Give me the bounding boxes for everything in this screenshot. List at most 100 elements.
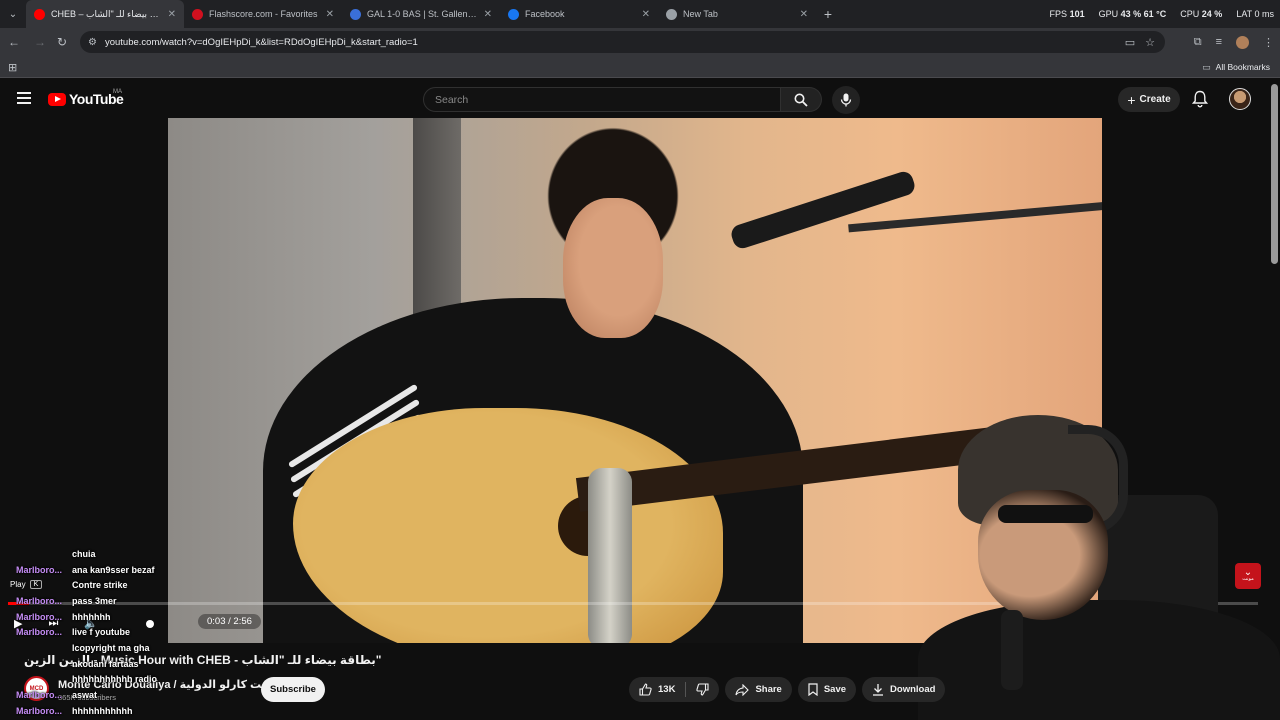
streamer-webcam — [918, 395, 1280, 720]
chrome-favicon-icon — [666, 8, 677, 20]
subscribe-button[interactable]: Subscribe — [261, 677, 325, 702]
chat-message: Marlboro... pass 3mer — [16, 593, 206, 609]
chat-message: Contre strike — [16, 577, 206, 593]
streamer-microphone — [1001, 610, 1023, 690]
close-icon[interactable]: ✕ — [326, 9, 334, 20]
chat-text: lcopyright ma gha — [72, 642, 150, 653]
menu-icon[interactable] — [17, 92, 31, 104]
tab-match[interactable]: GAL 1-0 BAS | St. Gallen v Basel ✕ — [342, 0, 500, 28]
notifications-bell-icon[interactable] — [1192, 90, 1208, 108]
apps-grid-icon[interactable]: ⊞ — [8, 61, 17, 74]
chat-message: nkodani fartaas — [16, 656, 206, 672]
voice-search-button[interactable] — [832, 86, 860, 114]
download-icon — [873, 684, 884, 696]
close-icon[interactable]: ✕ — [484, 9, 492, 20]
fps-stat: FPS 101 — [1049, 9, 1085, 19]
download-button[interactable]: Download — [862, 677, 946, 702]
url-text[interactable]: youtube.com/watch?v=dOgIEHpDi_k&list=RDd… — [105, 37, 418, 48]
watermark-text: مونت — [1242, 576, 1254, 582]
facebook-favicon-icon — [508, 8, 519, 20]
youtube-header: YouTube MA Search + Create — [0, 80, 1280, 118]
bookmarks-bar: ⊞ ▭ All Bookmarks — [0, 56, 1280, 78]
close-icon[interactable]: ✕ — [168, 9, 176, 20]
download-label: Download — [890, 684, 936, 695]
close-icon[interactable]: ✕ — [642, 9, 650, 20]
chat-text: ana kan9sser bezaf — [72, 564, 155, 575]
flashscore-favicon-icon — [192, 8, 203, 20]
share-button[interactable]: Share — [725, 677, 792, 702]
bookmark-star-icon[interactable]: ☆ — [1145, 36, 1155, 49]
tab-facebook[interactable]: Facebook ✕ — [500, 0, 658, 28]
microphone-boom — [848, 201, 1102, 233]
match-favicon-icon — [350, 8, 361, 20]
dislike-button[interactable] — [686, 677, 719, 702]
tab-label: Flashscore.com - Favorites — [209, 9, 318, 19]
chat-username: Marlboro... — [16, 564, 63, 575]
chat-username: Marlboro... — [16, 595, 63, 606]
extensions-icon[interactable]: ⧉ — [1194, 36, 1202, 49]
chat-text: chuia — [72, 548, 96, 559]
chat-message: hhhhhhhhhhh radio — [16, 672, 206, 688]
browser-profile-avatar[interactable] — [1236, 35, 1249, 49]
reading-list-icon[interactable]: ≡ — [1216, 36, 1222, 48]
create-button[interactable]: + Create — [1118, 87, 1180, 112]
chat-text: Contre strike — [72, 580, 128, 591]
chat-text: pass 3mer — [72, 595, 117, 606]
performance-overlay: FPS 101 GPU 43 % 61 °C CPU 24 % LAT 0 ms — [1050, 0, 1274, 28]
cast-icon[interactable]: ▭ — [1125, 36, 1135, 49]
chat-text: hhhhhhhhhhh — [72, 705, 133, 716]
close-icon[interactable]: ✕ — [800, 9, 808, 20]
tab-new-tab[interactable]: New Tab ✕ — [658, 0, 816, 28]
forward-icon[interactable]: → — [28, 28, 52, 56]
performer-face — [563, 198, 663, 338]
back-icon[interactable]: ← — [2, 28, 26, 56]
chat-username: Marlboro... — [16, 690, 63, 701]
chat-message: Marlboro... live f youtube — [16, 624, 206, 640]
guitar-body — [293, 408, 723, 643]
browser-menu-icon[interactable]: ⋮ — [1263, 36, 1274, 49]
tab-label: Facebook — [525, 9, 565, 19]
user-avatar[interactable] — [1229, 88, 1251, 110]
studio-microphone — [588, 468, 632, 643]
microphone-icon — [840, 93, 852, 107]
overhead-microphone — [728, 169, 918, 251]
chat-username: Marlboro... — [16, 627, 63, 638]
like-count: 13K — [658, 684, 676, 695]
save-button[interactable]: Save — [797, 677, 857, 702]
chat-message: Marlboro... ana kan9sser bezaf — [16, 562, 206, 578]
chat-message: Marlboro... aswat — [16, 687, 206, 703]
new-tab-button[interactable]: + — [816, 6, 840, 22]
chat-text: hhhhhhh — [72, 611, 111, 622]
search-button[interactable] — [781, 87, 822, 112]
chat-message: Marlboro... hhhhhhhhhhh — [16, 703, 206, 719]
all-bookmarks-button[interactable]: ▭ All Bookmarks — [1202, 56, 1270, 78]
youtube-play-logo-icon — [48, 92, 66, 106]
chat-message: lcopyright ma gha — [16, 640, 206, 656]
channel-watermark-badge[interactable]: ⌄ مونت — [1235, 563, 1261, 589]
reload-icon[interactable]: ↻ — [50, 28, 74, 56]
all-bookmarks-label: All Bookmarks — [1215, 62, 1270, 72]
tab-label: CHEB – بطاقة بيضاء للـ "الشاب" — [51, 8, 162, 19]
folder-icon: ▭ — [1202, 61, 1211, 72]
page-scrollbar[interactable] — [1271, 84, 1278, 264]
thumbs-up-icon — [639, 683, 652, 696]
site-info-icon[interactable]: ⚙ — [88, 37, 97, 48]
chat-text: hhhhhhhhhhh radio — [72, 674, 157, 685]
plus-icon: + — [1127, 91, 1136, 108]
stream-chat-overlay: chuia Marlboro... ana kan9sser bezaf Contre… — [16, 546, 206, 719]
tab-label: New Tab — [683, 9, 718, 19]
cpu-stat: CPU 24 % — [1180, 9, 1223, 19]
tab-flashscore[interactable]: Flashscore.com - Favorites ✕ — [184, 0, 342, 28]
region-code: MA — [113, 89, 122, 95]
chat-message: Marlboro... hhhhhhh — [16, 609, 206, 625]
streamer-body — [918, 600, 1280, 720]
sunglasses — [998, 505, 1093, 523]
thumbs-down-icon — [696, 683, 709, 696]
latency-stat: LAT 0 ms — [1236, 9, 1274, 19]
tab-youtube[interactable]: CHEB – بطاقة بيضاء للـ "الشاب" ✕ — [26, 0, 184, 28]
like-button[interactable]: 13K — [629, 677, 685, 702]
address-bar[interactable]: ⚙ youtube.com/watch?v=dOgIEHpDi_k&list=R… — [80, 31, 1165, 53]
chat-message: chuia — [16, 546, 206, 562]
tab-search-icon[interactable]: ⌄ — [0, 0, 26, 28]
search-input[interactable]: Search — [423, 87, 781, 112]
